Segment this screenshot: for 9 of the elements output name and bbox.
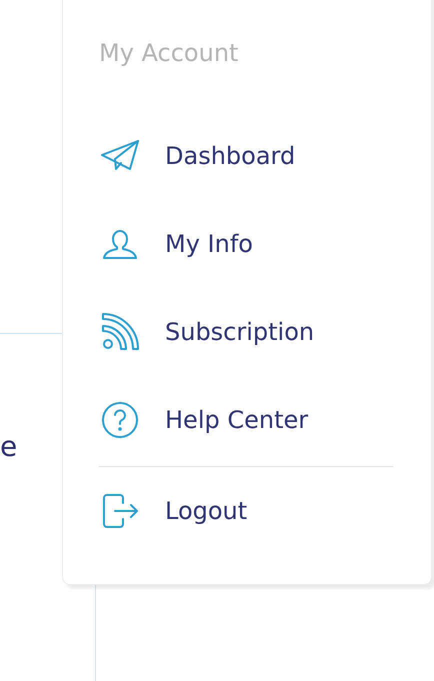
help-icon bbox=[99, 399, 141, 441]
menu-item[interactable]: Dashboard bbox=[99, 135, 296, 177]
cut-off-text: e bbox=[0, 429, 18, 465]
menu-item[interactable]: Help Center bbox=[99, 399, 308, 441]
menu-item[interactable]: My Info bbox=[99, 223, 253, 265]
menu-item[interactable]: Logout bbox=[99, 490, 248, 532]
rss-feed-icon bbox=[99, 311, 141, 353]
menu-item[interactable]: Subscription bbox=[99, 311, 314, 353]
menu-title: My Account bbox=[99, 38, 240, 69]
